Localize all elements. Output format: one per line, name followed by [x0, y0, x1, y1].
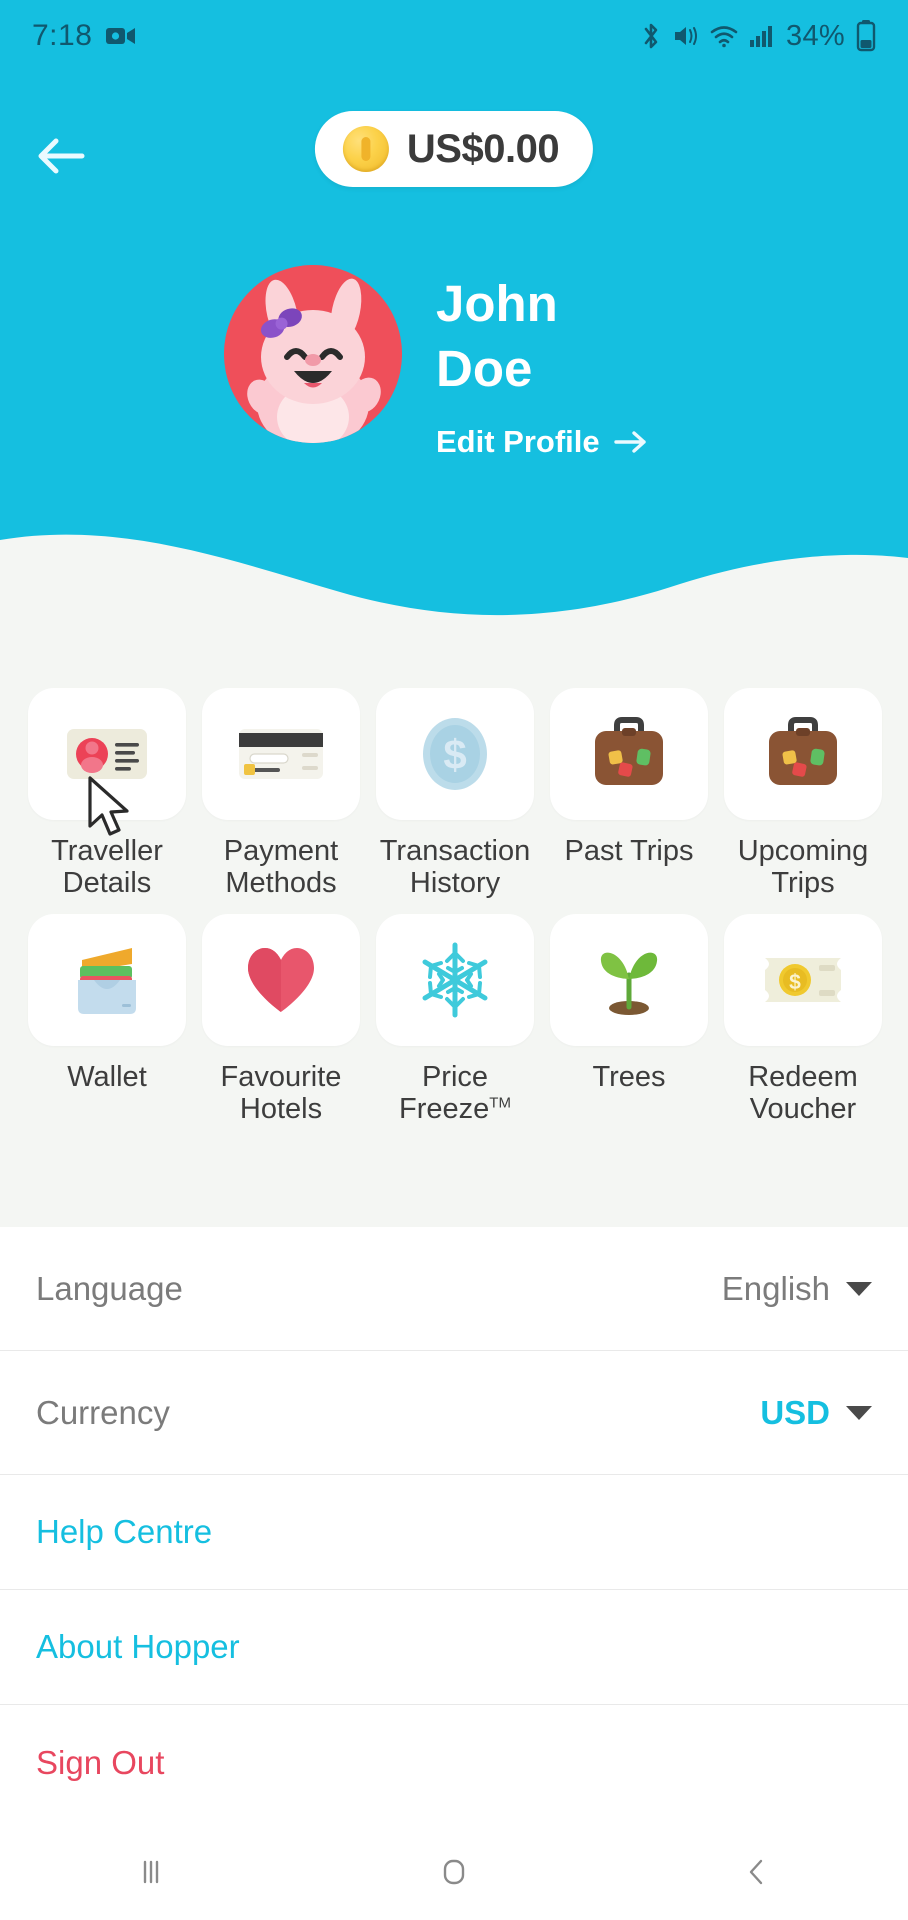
currency-label: Currency [36, 1393, 170, 1431]
android-nav-bar [0, 1824, 908, 1920]
tile-redeem-voucher[interactable]: $ [724, 913, 882, 1046]
mute-vibrate-icon [675, 27, 698, 45]
about-hopper-label: About Hopper [36, 1628, 240, 1665]
status-time: 7:18 [32, 19, 93, 52]
grid-item-transaction-history[interactable]: $ Transaction History [376, 688, 534, 900]
credit-card-icon [239, 729, 323, 779]
avatar[interactable] [224, 265, 402, 443]
tile-label: Redeem Voucher [748, 1060, 858, 1126]
balance-amount: US$0.00 [406, 126, 560, 171]
settings-row-language[interactable]: Language English [0, 1227, 908, 1351]
language-value: English [721, 1269, 830, 1307]
chevron-down-icon[interactable] [846, 1405, 872, 1420]
tile-trees[interactable] [550, 913, 708, 1046]
chevron-down-icon[interactable] [846, 1281, 872, 1296]
nav-home-button[interactable] [303, 1854, 606, 1890]
language-label: Language [36, 1269, 183, 1307]
wallet-icon [78, 947, 136, 1014]
grid-item-favourite-hotels[interactable]: Favourite Hotels [202, 913, 360, 1126]
quick-actions-grid: Traveller Details Payment Methods $ Tran… [0, 688, 908, 1126]
tile-label: Past Trips [564, 835, 694, 867]
heart-icon [248, 947, 314, 1012]
settings-list: Language English Currency USD Help Centr… [0, 1227, 908, 1820]
profile-header: 7:18 34% US$0.00 John Doe Edit Profile [0, 0, 908, 642]
tile-wallet[interactable] [28, 913, 186, 1046]
back-arrow-icon [38, 138, 85, 174]
back-button[interactable] [26, 124, 96, 188]
trademark-mark: TM [489, 1094, 511, 1112]
mouse-cursor [88, 776, 129, 836]
tile-label: Price FreezeTM [399, 1060, 511, 1126]
suitcase-icon [769, 717, 837, 785]
status-bar: 7:18 34% [0, 0, 908, 72]
balance-pill[interactable]: US$0.00 [314, 111, 594, 187]
edit-profile-link[interactable]: Edit Profile [436, 424, 648, 460]
grid-item-payment-methods[interactable]: Payment Methods [202, 688, 360, 900]
edit-profile-label: Edit Profile [436, 423, 600, 459]
grid-item-upcoming-trips[interactable]: Upcoming Trips [724, 688, 882, 900]
tile-label: Upcoming Trips [737, 835, 869, 900]
seedling-icon [600, 952, 658, 1015]
tile-label: Wallet [67, 1060, 147, 1093]
tile-price-freeze[interactable] [376, 913, 534, 1046]
dollar-coin-icon: $ [423, 718, 487, 790]
grid-item-redeem-voucher[interactable]: $ Redeem Voucher [724, 913, 882, 1126]
tile-transaction-history[interactable]: $ [376, 688, 534, 820]
settings-row-sign-out[interactable]: Sign Out [0, 1705, 908, 1820]
svg-text:$: $ [789, 971, 801, 994]
tile-label: Trees [592, 1060, 666, 1093]
tile-label: Transaction History [379, 835, 531, 900]
wifi-icon [710, 26, 738, 48]
nav-back-button[interactable] [605, 1855, 908, 1889]
profile-first-name: John [436, 275, 558, 332]
battery-percent: 34% [786, 19, 845, 52]
settings-row-help-centre[interactable]: Help Centre [0, 1475, 908, 1590]
help-centre-label: Help Centre [36, 1513, 213, 1550]
tile-upcoming-trips[interactable] [724, 688, 882, 820]
cellular-signal-icon [750, 26, 773, 47]
profile-last-name: Doe [436, 340, 533, 398]
coin-icon [342, 126, 389, 172]
snowflake-icon [422, 942, 488, 1018]
bunny-avatar-icon [224, 265, 402, 443]
tile-label: Payment Methods [223, 835, 339, 900]
phone-screen: 7:18 34% US$0.00 John Doe Edit Profile T… [0, 0, 908, 1920]
grid-item-price-freeze[interactable]: Price FreezeTM [376, 913, 534, 1126]
tile-payment-methods[interactable] [202, 688, 360, 820]
settings-row-about-hopper[interactable]: About Hopper [0, 1590, 908, 1705]
home-icon [443, 1859, 465, 1885]
nav-recents-button[interactable] [0, 1855, 303, 1889]
settings-row-currency[interactable]: Currency USD [0, 1351, 908, 1475]
profile-text: John Doe Edit Profile [436, 265, 648, 460]
tile-past-trips[interactable] [550, 688, 708, 820]
arrow-right-icon [613, 430, 646, 453]
tile-favourite-hotels[interactable] [202, 913, 360, 1046]
grid-item-trees[interactable]: Trees [550, 913, 708, 1126]
screen-record-icon [106, 28, 136, 44]
profile-block: John Doe Edit Profile [0, 265, 908, 460]
grid-item-past-trips[interactable]: Past Trips [550, 688, 708, 900]
wave-divider [0, 534, 908, 642]
suitcase-icon [595, 717, 663, 785]
sign-out-label: Sign Out [36, 1743, 165, 1781]
currency-value: USD [760, 1393, 830, 1431]
battery-icon [856, 20, 876, 52]
grid-item-wallet[interactable]: Wallet [28, 913, 186, 1126]
quick-actions-section: Traveller Details Payment Methods $ Tran… [0, 640, 908, 1227]
back-icon [749, 1859, 762, 1885]
tile-label: Favourite Hotels [220, 1060, 342, 1126]
recents-icon [144, 1860, 159, 1884]
bluetooth-icon [644, 23, 658, 49]
svg-text:$: $ [443, 731, 466, 778]
voucher-icon: $ [765, 957, 841, 1002]
